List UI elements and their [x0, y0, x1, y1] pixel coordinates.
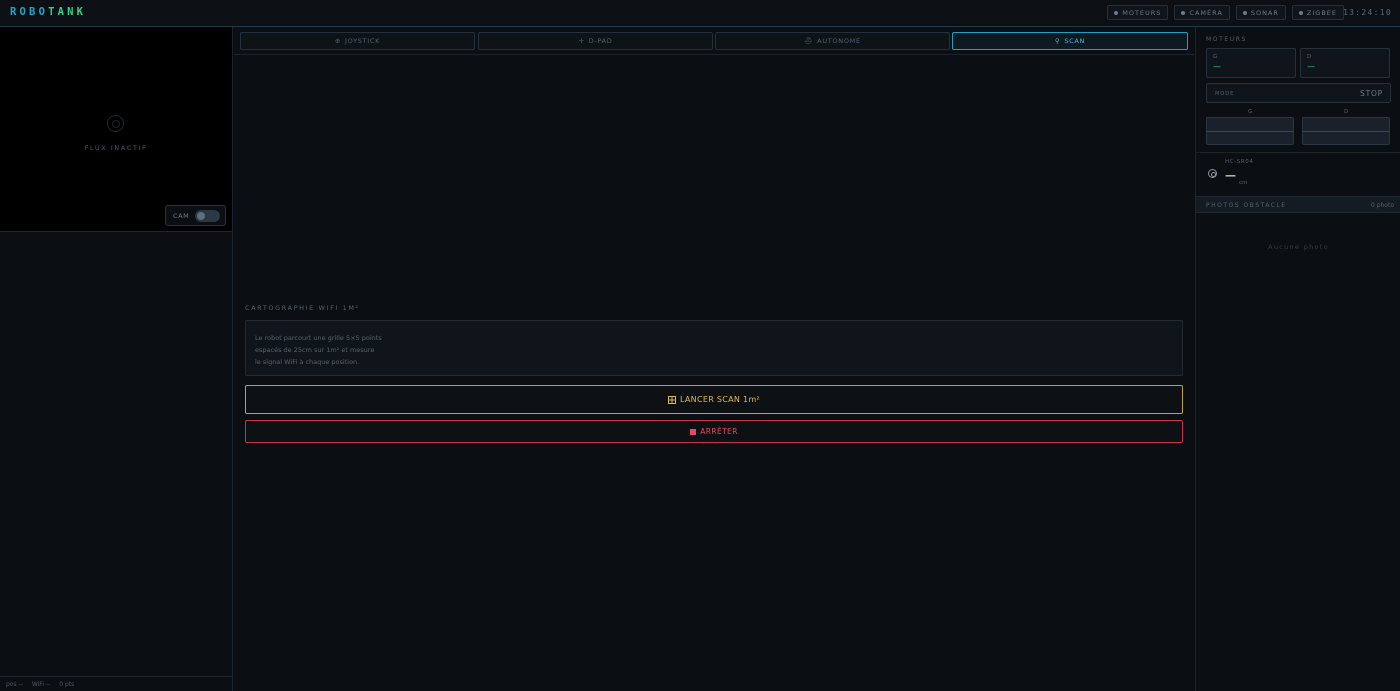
photos-count: 0 photo	[1370, 202, 1394, 209]
status-dot-icon	[1298, 10, 1303, 15]
photos-header: PHOTOS OBSTACLE 0 photo	[1196, 196, 1400, 213]
status-indicators: MOTEURS CAMÉRA SONAR ZIGBEE	[1107, 5, 1344, 20]
tab-scan[interactable]: ⚲ SCAN	[952, 32, 1188, 50]
toggle-switch[interactable]	[195, 209, 221, 222]
top-bar: ROBOTANK MOTEURS CAMÉRA SONAR ZIGBEE 13:…	[0, 0, 1400, 27]
tab-label: JOYSTICK	[345, 37, 381, 45]
logo-part-tank: TANK	[48, 6, 87, 18]
status-dot-icon	[1114, 10, 1119, 15]
scan-section-title: CARTOGRAPHIE WIFI 1M²	[245, 304, 360, 312]
grid-icon	[667, 395, 676, 404]
photos-title: PHOTOS OBSTACLE	[1206, 202, 1287, 209]
description-line: le signal WiFi à chaque position.	[255, 358, 360, 366]
sonar-unit: cm	[1239, 180, 1248, 186]
position-footer: pos -- WiFi -- 0 pts	[0, 676, 232, 691]
tab-label: AUTONOME	[817, 37, 861, 45]
wifi-readout: WiFi --	[31, 680, 51, 688]
motor-left-value: —	[1213, 62, 1221, 71]
status-dot-icon	[1181, 10, 1186, 15]
robot-icon: ⛑	[804, 37, 814, 45]
app-logo: ROBOTANK	[10, 6, 86, 18]
tab-label: D-PAD	[588, 37, 613, 45]
mode-value: STOP	[1360, 89, 1383, 98]
camera-feed: FLUX INACTIF CAM	[0, 27, 232, 232]
launch-scan-label: LANCER SCAN 1m²	[679, 395, 761, 404]
motor-right-bar	[1302, 117, 1390, 145]
tab-autonome[interactable]: ⛑ AUTONOME	[715, 32, 950, 50]
sonar-distance-value: —	[1225, 169, 1236, 182]
status-camera: CAMÉRA	[1174, 5, 1230, 20]
tab-dpad[interactable]: ✛ D-PAD	[478, 32, 713, 50]
description-line: espacés de 25cm sur 1m² et mesure	[255, 346, 375, 354]
motors-title: MOTEURS	[1206, 36, 1247, 43]
photos-empty-text: Aucune photo	[1268, 243, 1329, 251]
clock: 13:24:10	[1343, 8, 1392, 17]
camera-toggle[interactable]: CAM	[165, 205, 226, 226]
motor-left-bar	[1206, 117, 1294, 145]
mode-tabs: ⊕ JOYSTICK ✛ D-PAD ⛑ AUTONOME ⚲ SCAN	[234, 27, 1194, 55]
sonar-sensor-label: HC-SR04	[1225, 159, 1254, 165]
description-line: Le robot parcourt une grille 5×5 points	[255, 334, 382, 342]
dpad-icon: ✛	[578, 37, 585, 45]
status-zigbee: ZIGBEE	[1291, 5, 1344, 20]
motor-left-readout: G —	[1206, 48, 1296, 78]
tab-joystick[interactable]: ⊕ JOYSTICK	[240, 32, 475, 50]
status-label: SONAR	[1250, 8, 1279, 17]
motor-right-value: —	[1307, 62, 1315, 71]
left-panel: FLUX INACTIF CAM pos -- WiFi -- 0 pts	[0, 27, 233, 691]
right-panel: MOTEURS G — D — MODE STOP G D HC-SR04 — …	[1195, 27, 1400, 691]
camera-icon	[107, 115, 124, 132]
status-sonar: SONAR	[1235, 5, 1286, 20]
launch-scan-button[interactable]: LANCER SCAN 1m²	[245, 385, 1183, 414]
joystick-icon: ⊕	[334, 37, 342, 45]
mode-readout: MODE STOP	[1206, 83, 1391, 103]
status-label: MOTEURS	[1122, 8, 1162, 17]
points-readout: 0 pts	[59, 680, 75, 688]
sonar-icon	[1208, 169, 1217, 178]
divider	[1196, 152, 1400, 153]
logo-part-robo: ROBO	[10, 6, 49, 18]
scan-icon: ⚲	[1054, 37, 1061, 45]
camera-toggle-label: CAM	[173, 211, 190, 220]
mode-label: MODE	[1215, 91, 1235, 97]
bar-left-label: G	[1248, 109, 1253, 115]
status-moteurs: MOTEURS	[1107, 5, 1169, 20]
motor-right-readout: D —	[1300, 48, 1390, 78]
bar-right-label: D	[1344, 109, 1349, 115]
status-dot-icon	[1242, 10, 1247, 15]
motor-left-label: G	[1213, 54, 1218, 60]
stop-label: ARRÊTER	[700, 427, 738, 436]
stop-icon	[690, 428, 697, 435]
position-readout: pos --	[6, 680, 23, 688]
main-panel: ⊕ JOYSTICK ✛ D-PAD ⛑ AUTONOME ⚲ SCAN CAR…	[234, 27, 1194, 691]
status-label: ZIGBEE	[1306, 8, 1337, 17]
motor-right-label: D	[1307, 54, 1312, 60]
scan-description: Le robot parcourt une grille 5×5 points …	[245, 320, 1183, 376]
tab-label: SCAN	[1064, 37, 1086, 45]
stop-button[interactable]: ARRÊTER	[245, 420, 1183, 443]
feed-status-text: FLUX INACTIF	[84, 144, 148, 152]
status-label: CAMÉRA	[1189, 8, 1223, 17]
